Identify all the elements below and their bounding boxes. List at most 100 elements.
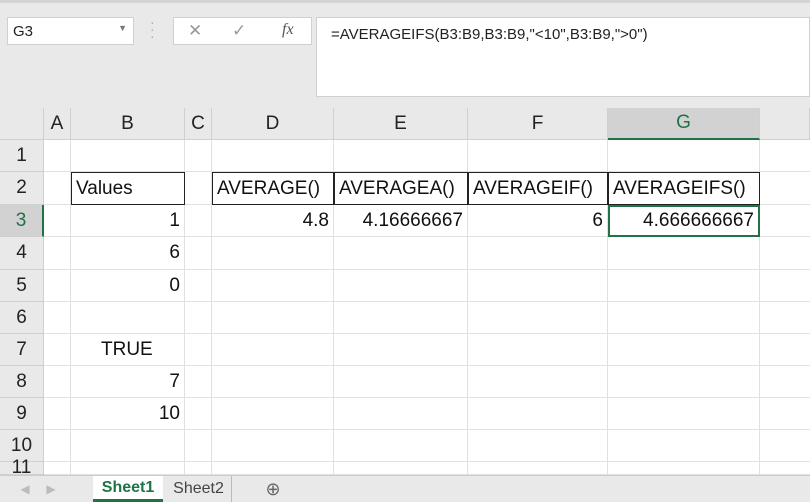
cell-g6[interactable] (608, 302, 760, 334)
cell-g11[interactable] (608, 462, 760, 475)
cell-h1[interactable] (760, 140, 810, 172)
row-header-9[interactable]: 9 (0, 398, 44, 430)
cell-c1[interactable] (185, 140, 212, 172)
cell-b2[interactable]: Values (71, 172, 185, 205)
cell-g10[interactable] (608, 430, 760, 462)
column-header-extra[interactable] (760, 108, 810, 140)
row-header-2[interactable]: 2 (0, 172, 44, 205)
cell-a11[interactable] (44, 462, 71, 475)
cell-d10[interactable] (212, 430, 334, 462)
cell-d8[interactable] (212, 366, 334, 398)
cell-g1[interactable] (608, 140, 760, 172)
cell-e3[interactable]: 4.16666667 (334, 205, 468, 237)
cell-b3[interactable]: 1 (71, 205, 185, 237)
cell-f8[interactable] (468, 366, 608, 398)
cell-e1[interactable] (334, 140, 468, 172)
cell-g3[interactable]: 4.666666667 (608, 205, 760, 237)
cell-h5[interactable] (760, 270, 810, 302)
cell-e9[interactable] (334, 398, 468, 430)
column-header-c[interactable]: C (185, 108, 212, 140)
cell-g8[interactable] (608, 366, 760, 398)
cell-h11[interactable] (760, 462, 810, 475)
cell-e7[interactable] (334, 334, 468, 366)
cell-e11[interactable] (334, 462, 468, 475)
cell-b9[interactable]: 10 (71, 398, 185, 430)
scroll-right-icon[interactable]: ▶ (44, 476, 58, 502)
cell-c2[interactable] (185, 172, 212, 205)
cell-f7[interactable] (468, 334, 608, 366)
cell-g2[interactable]: AVERAGEIFS() (608, 172, 760, 205)
column-header-d[interactable]: D (212, 108, 334, 140)
cell-d9[interactable] (212, 398, 334, 430)
column-header-f[interactable]: F (468, 108, 608, 140)
row-header-11[interactable]: 11 (0, 457, 44, 478)
row-header-6[interactable]: 6 (0, 302, 44, 334)
row-header-7[interactable]: 7 (0, 334, 44, 366)
cell-a10[interactable] (44, 430, 71, 462)
cell-e4[interactable] (334, 237, 468, 270)
cell-a7[interactable] (44, 334, 71, 366)
cell-b5[interactable]: 0 (71, 270, 185, 302)
cell-h7[interactable] (760, 334, 810, 366)
cell-b7[interactable]: TRUE (71, 334, 185, 366)
cell-h6[interactable] (760, 302, 810, 334)
cell-c11[interactable] (185, 462, 212, 475)
cell-b10[interactable] (71, 430, 185, 462)
row-header-3[interactable]: 3 (0, 205, 44, 237)
cell-f1[interactable] (468, 140, 608, 172)
cell-f10[interactable] (468, 430, 608, 462)
cell-e2[interactable]: AVERAGEA() (334, 172, 468, 205)
cell-b11[interactable] (71, 462, 185, 475)
cell-g7[interactable] (608, 334, 760, 366)
cell-g9[interactable] (608, 398, 760, 430)
column-header-e[interactable]: E (334, 108, 468, 140)
cell-f9[interactable] (468, 398, 608, 430)
cell-f3[interactable]: 6 (468, 205, 608, 237)
cell-h10[interactable] (760, 430, 810, 462)
cell-a1[interactable] (44, 140, 71, 172)
cell-c10[interactable] (185, 430, 212, 462)
formula-input[interactable]: =AVERAGEIFS(B3:B9,B3:B9,"<10",B3:B9,">0"… (316, 17, 810, 97)
tab-sheet1[interactable]: Sheet1 (93, 476, 163, 502)
scroll-left-icon[interactable]: ◀ (18, 476, 32, 502)
cell-c7[interactable] (185, 334, 212, 366)
cell-e10[interactable] (334, 430, 468, 462)
row-header-5[interactable]: 5 (0, 270, 44, 302)
cell-d5[interactable] (212, 270, 334, 302)
cancel-icon[interactable]: ✕ (188, 21, 202, 41)
cell-e8[interactable] (334, 366, 468, 398)
cell-a2[interactable] (44, 172, 71, 205)
row-header-8[interactable]: 8 (0, 366, 44, 398)
row-header-4[interactable]: 4 (0, 237, 44, 270)
cell-f5[interactable] (468, 270, 608, 302)
name-box[interactable]: G3 ▼ (7, 17, 134, 45)
column-header-a[interactable]: A (44, 108, 71, 140)
cell-d2[interactable]: AVERAGE() (212, 172, 334, 205)
cell-a4[interactable] (44, 237, 71, 270)
cell-c6[interactable] (185, 302, 212, 334)
cell-f6[interactable] (468, 302, 608, 334)
cell-g5[interactable] (608, 270, 760, 302)
select-all-corner[interactable] (0, 108, 44, 140)
cell-a9[interactable] (44, 398, 71, 430)
cell-e6[interactable] (334, 302, 468, 334)
cell-d1[interactable] (212, 140, 334, 172)
cell-c3[interactable] (185, 205, 212, 237)
cell-a8[interactable] (44, 366, 71, 398)
cell-g4[interactable] (608, 237, 760, 270)
cell-d6[interactable] (212, 302, 334, 334)
row-header-1[interactable]: 1 (0, 140, 44, 172)
cell-f2[interactable]: AVERAGEIF() (468, 172, 608, 205)
cell-c4[interactable] (185, 237, 212, 270)
cell-h2[interactable] (760, 172, 810, 205)
cell-h8[interactable] (760, 366, 810, 398)
enter-icon[interactable]: ✓ (232, 21, 246, 41)
chevron-down-icon[interactable]: ▼ (118, 23, 127, 33)
cell-c8[interactable] (185, 366, 212, 398)
cell-d3[interactable]: 4.8 (212, 205, 334, 237)
cell-b8[interactable]: 7 (71, 366, 185, 398)
add-sheet-icon[interactable]: ⊕ (263, 476, 283, 502)
cell-b6[interactable] (71, 302, 185, 334)
tab-sheet2[interactable]: Sheet2 (166, 476, 232, 502)
cell-h9[interactable] (760, 398, 810, 430)
